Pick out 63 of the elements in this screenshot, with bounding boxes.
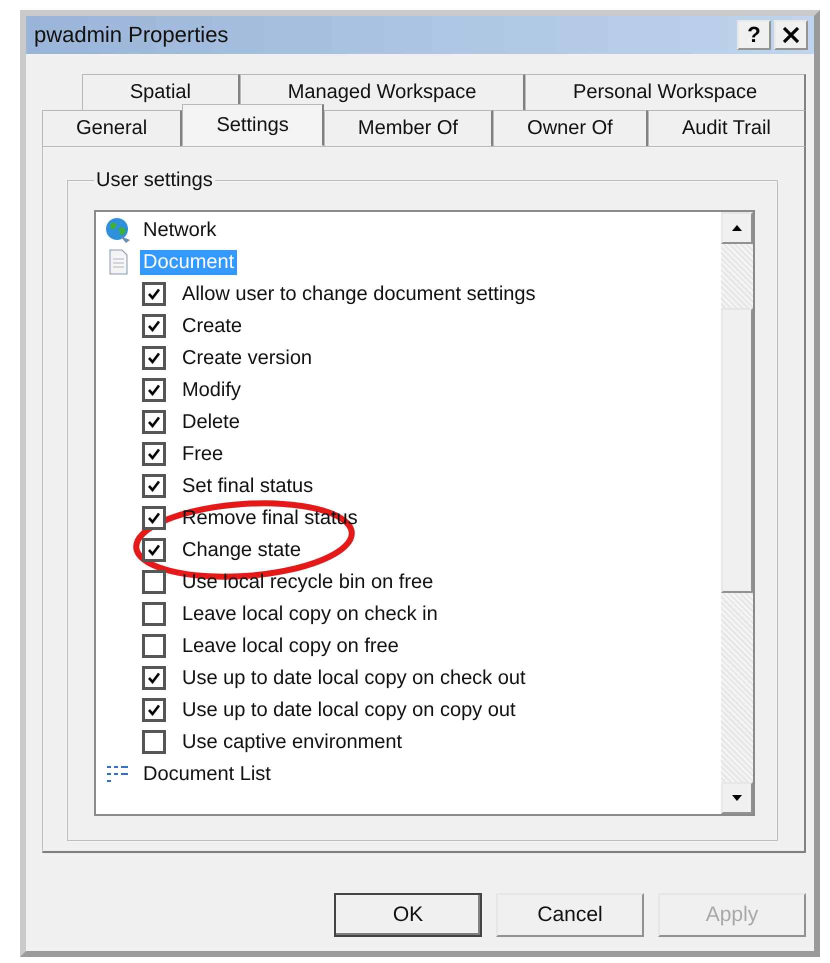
check-icon [146, 382, 162, 398]
check-icon [146, 510, 162, 526]
checkbox-label: Set final status [182, 474, 314, 498]
checkbox-label: Leave local copy on free [182, 634, 399, 658]
tab[interactable]: Audit Trail [648, 110, 806, 146]
tree-item[interactable]: Document List [140, 762, 274, 786]
checkbox-label: Free [182, 442, 224, 466]
tab[interactable]: Managed Workspace [240, 74, 526, 110]
checkbox[interactable] [142, 730, 166, 754]
check-icon [146, 542, 162, 558]
checkbox-label: Use captive environment [182, 730, 402, 754]
dialog-button[interactable]: Cancel [496, 893, 644, 937]
window-title: pwadmin Properties [34, 22, 228, 48]
checkbox[interactable] [142, 378, 166, 402]
checkbox-label: Delete [182, 410, 240, 434]
globe-icon [104, 216, 132, 244]
checkbox-label: Leave local copy on check in [182, 602, 438, 626]
tab[interactable]: Spatial [82, 74, 240, 110]
checkbox[interactable] [142, 346, 166, 370]
dialog-button[interactable]: OK [334, 893, 482, 937]
checkbox-label: Use up to date local copy on copy out [182, 698, 516, 722]
close-icon [781, 25, 801, 45]
help-button[interactable]: ? [737, 20, 771, 50]
scrollbar[interactable] [721, 212, 753, 814]
checkbox[interactable] [142, 282, 166, 306]
close-button[interactable] [774, 20, 808, 50]
checkbox-label: Allow user to change document settings [182, 282, 536, 306]
checkbox[interactable] [142, 602, 166, 626]
check-icon [146, 446, 162, 462]
checkbox[interactable] [142, 442, 166, 466]
down-arrow-icon [731, 794, 743, 802]
checkbox[interactable] [142, 538, 166, 562]
checkbox[interactable] [142, 314, 166, 338]
tab[interactable]: Owner Of [493, 110, 648, 146]
check-icon [146, 478, 162, 494]
scroll-up-button[interactable] [721, 212, 753, 244]
group-label: User settings [95, 169, 214, 192]
tab[interactable]: Personal Workspace [525, 74, 806, 110]
checkbox[interactable] [142, 474, 166, 498]
scroll-thumb[interactable] [721, 308, 753, 593]
check-icon [146, 670, 162, 686]
tree-item[interactable]: Network [140, 218, 220, 242]
check-icon [146, 414, 162, 430]
tab[interactable]: General [42, 110, 182, 146]
checkbox[interactable] [142, 410, 166, 434]
tab[interactable]: Settings [182, 104, 324, 146]
checkbox-label: Create version [182, 346, 312, 370]
checkbox[interactable] [142, 666, 166, 690]
checkbox[interactable] [142, 506, 166, 530]
checkbox[interactable] [142, 698, 166, 722]
checkbox-label: Use up to date local copy on check out [182, 666, 526, 690]
checkbox-label: Create [182, 314, 242, 338]
up-arrow-icon [731, 224, 743, 232]
checkbox-label: Change state [182, 538, 301, 562]
check-icon [146, 286, 162, 302]
check-icon [146, 702, 162, 718]
checkbox[interactable] [142, 634, 166, 658]
tab[interactable]: Member Of [324, 110, 494, 146]
check-icon [146, 350, 162, 366]
checkbox-label: Modify [182, 378, 241, 402]
scroll-down-button[interactable] [721, 782, 753, 814]
checkbox[interactable] [142, 570, 166, 594]
check-icon [146, 318, 162, 334]
